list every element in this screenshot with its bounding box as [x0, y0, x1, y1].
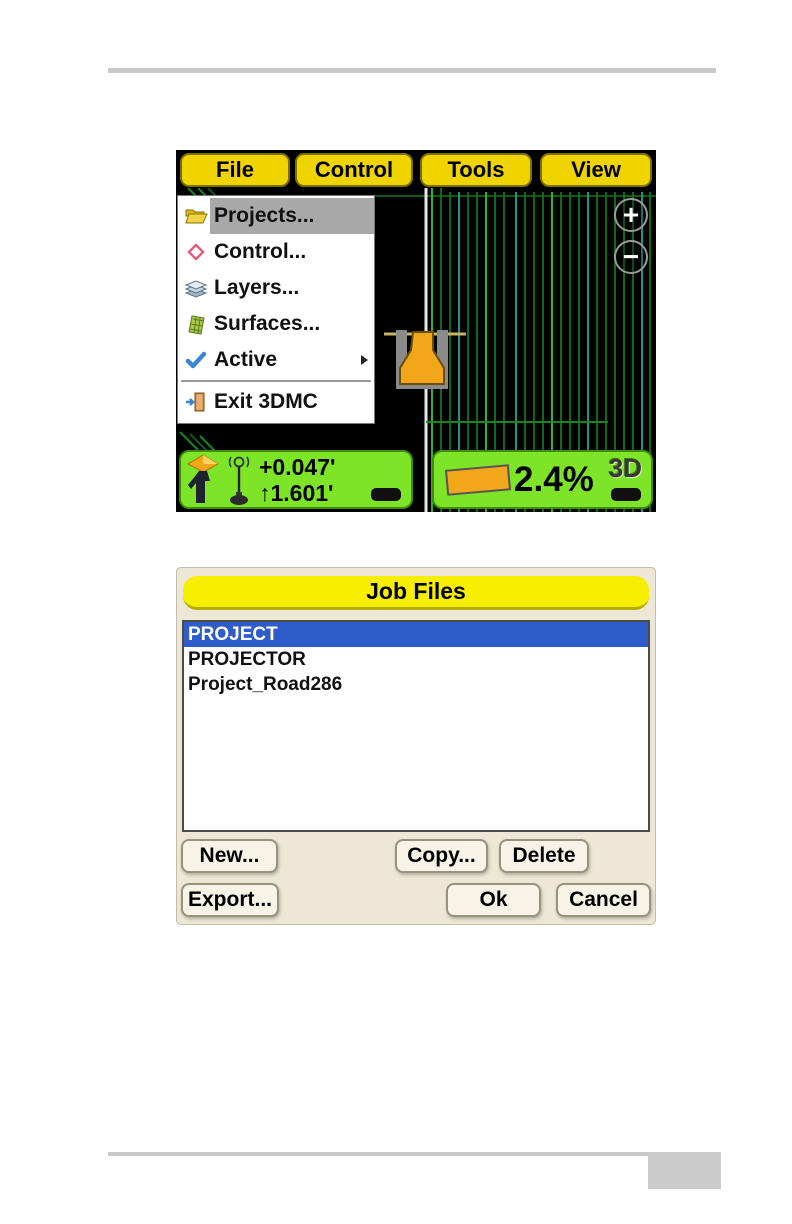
- machine-icon: [384, 330, 466, 389]
- menu-item-label: Control...: [214, 240, 307, 263]
- battery-icon: [611, 488, 641, 501]
- plus-icon: +: [622, 199, 640, 230]
- menu-item-label: Layers...: [214, 276, 300, 299]
- layers-icon: [182, 275, 210, 301]
- mode-3d-badge: 3D: [608, 453, 642, 483]
- menu-separator: [181, 380, 371, 382]
- menu-file-button[interactable]: File: [180, 153, 290, 187]
- menu-item-layers[interactable]: Layers...: [178, 270, 374, 306]
- cancel-button[interactable]: Cancel: [556, 883, 651, 917]
- prism-rod-icon: [186, 453, 220, 503]
- new-button[interactable]: New...: [181, 839, 278, 873]
- cross-slope-value: 2.4%: [514, 459, 594, 499]
- job-files-list: PROJECT PROJECTOR Project_Road286: [182, 620, 650, 832]
- list-item-projector[interactable]: PROJECTOR: [184, 647, 648, 672]
- menu-item-projects[interactable]: Projects...: [178, 198, 374, 234]
- menu-item-label: Surfaces...: [214, 312, 321, 335]
- up-arrow-icon: ↑: [259, 479, 271, 506]
- menu-view-button[interactable]: View: [540, 153, 652, 187]
- page-footer-rule: [108, 1152, 648, 1156]
- menu-item-label: Active: [214, 348, 278, 371]
- machine-control-screen: File Control Tools View + − Projects... …: [176, 150, 656, 512]
- page-footer-marker: [648, 1152, 721, 1189]
- submenu-arrow-icon: [361, 355, 368, 365]
- zoom-out-button[interactable]: −: [614, 240, 648, 274]
- antenna-icon: [228, 456, 250, 505]
- job-files-dialog: Job Files PROJECT PROJECTOR Project_Road…: [176, 567, 656, 925]
- menu-item-label: Projects...: [210, 198, 374, 234]
- elevation-status-panel[interactable]: +0.047' ↑1.601': [179, 450, 413, 509]
- menu-item-control[interactable]: Control...: [178, 234, 374, 270]
- export-button[interactable]: Export...: [181, 883, 279, 917]
- control-point-icon: [182, 239, 210, 265]
- antenna-height-value: 1.601': [270, 479, 334, 506]
- exit-door-icon: [182, 389, 210, 415]
- copy-button[interactable]: Copy...: [395, 839, 488, 873]
- menu-item-surfaces[interactable]: Surfaces...: [178, 306, 374, 342]
- cut-fill-value: +0.047': [259, 453, 336, 480]
- list-item-project[interactable]: PROJECT: [184, 622, 648, 647]
- folder-open-icon: [182, 203, 210, 229]
- menu-control-button[interactable]: Control: [295, 153, 413, 187]
- minus-icon: −: [622, 241, 640, 272]
- menu-item-exit-3dmc[interactable]: Exit 3DMC: [178, 384, 374, 420]
- file-dropdown-menu: Projects... Control... Layers... Surface…: [177, 195, 375, 424]
- ok-button[interactable]: Ok: [446, 883, 541, 917]
- blade-icon: [444, 463, 512, 496]
- dialog-title: Job Files: [183, 576, 649, 610]
- checkmark-icon: [182, 347, 210, 373]
- surface-icon: [182, 311, 210, 337]
- delete-button[interactable]: Delete: [499, 839, 589, 873]
- menu-item-active[interactable]: Active: [178, 342, 374, 378]
- page-header-rule: [108, 68, 716, 73]
- slope-status-panel[interactable]: 2.4% 3D: [432, 450, 653, 509]
- menu-tools-button[interactable]: Tools: [420, 153, 532, 187]
- menu-item-label: Exit 3DMC: [214, 390, 318, 413]
- battery-icon: [371, 488, 401, 501]
- zoom-in-button[interactable]: +: [614, 198, 648, 232]
- list-item-project-road286[interactable]: Project_Road286: [184, 672, 648, 697]
